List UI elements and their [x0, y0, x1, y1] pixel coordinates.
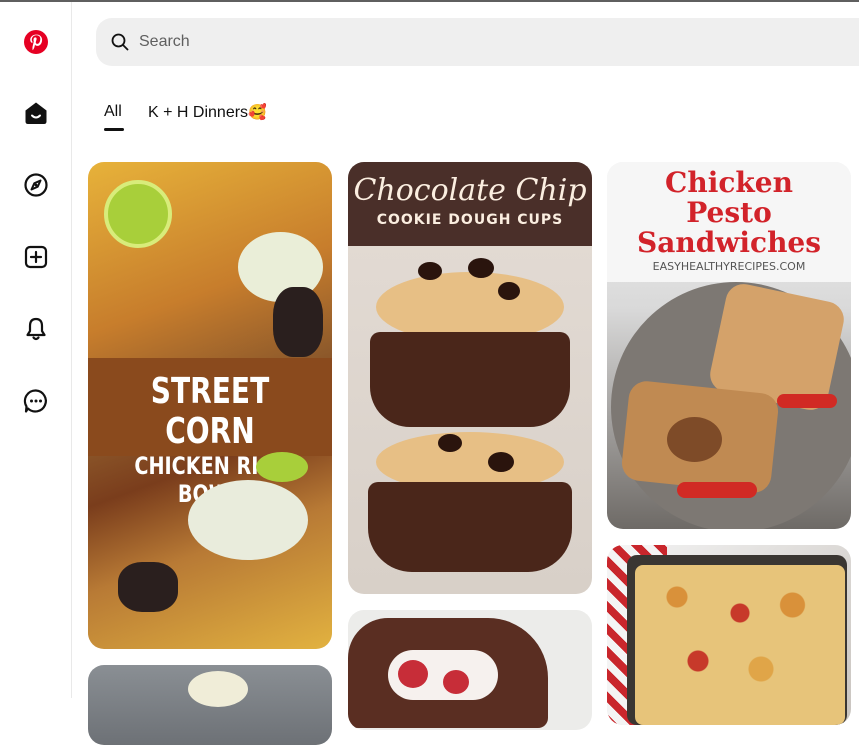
compass-icon[interactable] [18, 167, 54, 203]
sauce-dollop [188, 480, 308, 560]
sidebar [0, 2, 72, 698]
pin-title-line-1: Chicken [665, 166, 793, 199]
pin-cheesy-bites[interactable] [607, 545, 851, 725]
pin-title-line-2: Pesto [686, 196, 772, 229]
active-tab-indicator [104, 128, 124, 131]
chocolate-chip [438, 434, 462, 452]
tab-kh-dinners-label: K + H Dinners [148, 104, 249, 121]
strawberry-piece [443, 670, 469, 694]
grill-mark [667, 417, 722, 462]
chocolate-chip [418, 262, 442, 280]
bell-icon[interactable] [18, 311, 54, 347]
search-input[interactable] [137, 32, 741, 52]
chocolate-chip [498, 282, 520, 300]
pin-title: Chocolate Chip [353, 173, 587, 208]
pin-cookie-dough-cups[interactable]: Chocolate Chip COOKIE DOUGH CUPS [348, 162, 592, 594]
top-border [0, 0, 859, 2]
tomato-slice [677, 482, 757, 498]
pin-chicken-pesto-sandwiches[interactable]: Chicken Pesto Sandwiches EASYHEALTHYRECI… [607, 162, 851, 529]
sauce-drizzle [188, 671, 248, 707]
pin-title-banner: Chocolate Chip COOKIE DOUGH CUPS [348, 162, 592, 246]
pin-subtitle: COOKIE DOUGH CUPS [376, 212, 564, 228]
chocolate-cup-top [370, 332, 570, 427]
pin-strawberry-chocolate[interactable] [348, 610, 592, 730]
lime-wedge-icon [256, 452, 308, 482]
strawberry-piece [398, 660, 428, 688]
lime-slice-icon [104, 180, 172, 248]
tab-kh-dinners[interactable]: K + H Dinners🥰 [148, 103, 267, 122]
home-icon[interactable] [18, 95, 54, 131]
search-bar[interactable] [96, 18, 859, 66]
pin-source: EASYHEALTHYRECIPES.COM [652, 260, 806, 273]
chocolate-chip [468, 258, 494, 278]
pin-food [635, 565, 845, 725]
pinterest-logo-icon[interactable] [18, 24, 54, 60]
black-beans [118, 562, 178, 612]
tomato-slice [777, 394, 837, 408]
chocolate-cup-bottom [368, 482, 572, 572]
pin-street-corn-chicken-rice-bowl[interactable]: STREET CORN CHICKEN RICE BOWL [88, 162, 332, 649]
smiling-face-hearts-emoji-icon: 🥰 [248, 104, 267, 121]
pin-title-line-3: Sandwiches [636, 226, 822, 259]
chocolate-chip [488, 452, 514, 472]
chat-bubble-icon[interactable] [18, 383, 54, 419]
tab-all[interactable]: All [104, 103, 124, 131]
pin-title-area: Chicken Pesto Sandwiches EASYHEALTHYRECI… [607, 162, 851, 282]
plus-square-icon[interactable] [18, 239, 54, 275]
tab-all-label: All [104, 103, 122, 120]
search-icon [111, 33, 129, 51]
black-beans [273, 287, 323, 357]
pin-sauce-dish[interactable] [88, 665, 332, 745]
pin-title-banner: STREET CORN CHICKEN RICE BOWL [88, 358, 332, 508]
pin-title-line-1: STREET CORN [150, 371, 270, 452]
